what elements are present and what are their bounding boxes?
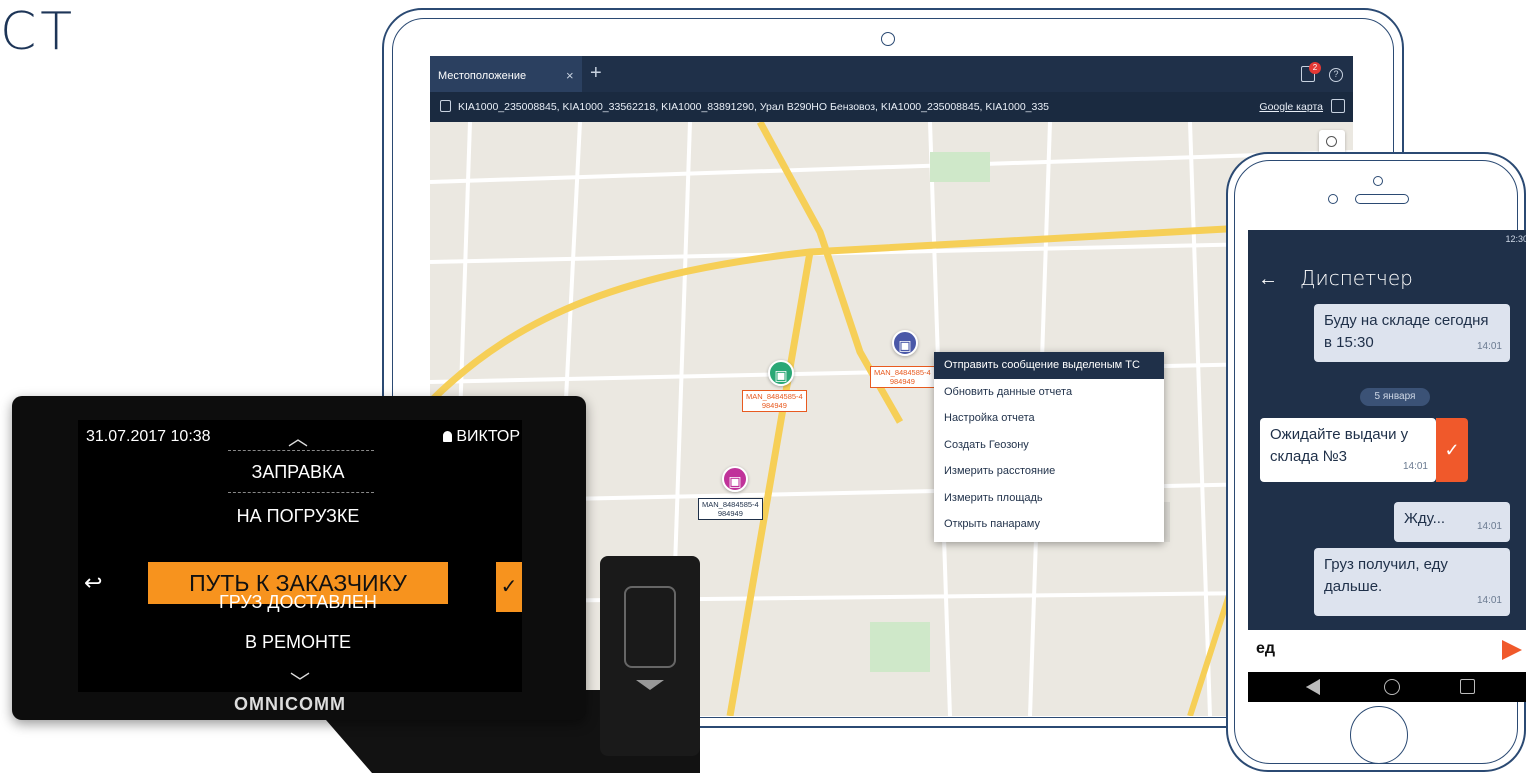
terminal-mount [600, 556, 700, 756]
vehicle-marker[interactable]: ▣ [722, 466, 748, 492]
menu-open-panorama[interactable]: Открыть панараму [934, 511, 1164, 538]
vehicle-label: MAN_8484585-4 984949 [742, 390, 807, 412]
back-arrow-icon[interactable]: ← [1258, 268, 1278, 291]
messages-badge: 2 [1309, 62, 1321, 74]
terminal-datetime: 31.07.2017 10:38 [86, 428, 211, 445]
add-tab-icon[interactable]: + [590, 62, 602, 85]
selected-objects-list: KIA1000_235008845, KIA1000_33562218, KIA… [458, 101, 1050, 113]
message-text: Буду на складе сегодня в 15:30 [1324, 312, 1489, 351]
status-loading[interactable]: НА ПОГРУЗКЕ [148, 506, 448, 527]
date-separator: 5 января [1360, 388, 1430, 406]
layers-icon[interactable] [1331, 99, 1345, 113]
vehicle-label: MAN_8484585-4 984949 [698, 498, 763, 520]
phone-frame: 12:30 ← Диспетчер Буду на складе сегодня… [1226, 152, 1526, 772]
message-text: Жду... [1404, 510, 1446, 527]
terminal-user: ВИКТОР [443, 428, 520, 446]
message-time: 14:01 [1402, 461, 1428, 472]
lock-icon[interactable] [440, 100, 451, 112]
card-slot [624, 586, 676, 668]
tab-location-label: Местоположение [438, 70, 527, 82]
user-icon [443, 431, 453, 442]
back-icon[interactable]: ↩ [84, 570, 102, 596]
tab-close-icon[interactable]: × [566, 68, 574, 83]
omnicomm-terminal: 31.07.2017 10:38 ︿ ВИКТОР ЗАПРАВКА НА ПО… [12, 396, 586, 720]
nav-back-icon[interactable] [1306, 679, 1320, 695]
map-provider-link[interactable]: Google карта [1259, 101, 1323, 113]
phone-camera [1373, 176, 1383, 186]
divider [228, 492, 374, 493]
phone-home-button[interactable] [1350, 706, 1408, 764]
confirm-check-icon[interactable]: ✓ [496, 562, 522, 612]
vehicle-label: MAN_8484585-4 984949 [870, 366, 935, 388]
nav-home-icon[interactable] [1384, 679, 1400, 695]
phone-speaker [1355, 194, 1409, 204]
message-time: 14:01 [1476, 595, 1502, 606]
terminal-user-name: ВИКТОР [456, 428, 520, 445]
selected-objects-bar: KIA1000_235008845, KIA1000_33562218, KIA… [430, 92, 1353, 122]
message-time: 14:01 [1476, 521, 1502, 532]
message-outgoing: Груз получил, еду дальше. 14:01 [1314, 548, 1510, 616]
menu-send-message[interactable]: Отправить сообщение выделеным ТС [934, 352, 1164, 379]
menu-refresh-report[interactable]: Обновить данные отчета [934, 379, 1164, 406]
status-repair[interactable]: В РЕМОНТЕ [148, 632, 448, 653]
message-incoming: Ожидайте выдачи у склада №3 14:01 [1260, 418, 1436, 482]
send-icon[interactable] [1502, 640, 1522, 660]
status-refuel[interactable]: ЗАПРАВКА [148, 462, 448, 483]
tab-bar: Местоположение × + 2 ? [430, 56, 1353, 92]
message-input[interactable]: ед [1256, 640, 1275, 658]
message-outgoing: Буду на складе сегодня в 15:30 14:01 [1314, 304, 1510, 362]
menu-measure-distance[interactable]: Измерить расстояние [934, 458, 1164, 485]
nav-recent-icon[interactable] [1460, 679, 1475, 694]
android-nav-bar [1248, 672, 1526, 702]
message-text: Ожидайте выдачи у склада №3 [1270, 426, 1409, 465]
menu-measure-area[interactable]: Измерить площадь [934, 485, 1164, 512]
laptop-camera [881, 32, 895, 46]
chat-title: Диспетчер [1300, 266, 1413, 290]
scroll-down-icon[interactable]: ﹀ [290, 666, 310, 695]
message-outgoing: Жду... 14:01 [1394, 502, 1510, 542]
vehicle-marker[interactable]: ▣ [892, 330, 918, 356]
message-compose-bar: ед [1248, 630, 1526, 672]
menu-create-geofence[interactable]: Создать Геозону [934, 432, 1164, 459]
status-bar-time: 12:30 [1505, 234, 1526, 244]
page-heading-fragment: СТ [0, 2, 77, 62]
acknowledge-check-icon[interactable]: ✓ [1436, 418, 1468, 482]
message-text: Груз получил, еду дальше. [1324, 556, 1448, 595]
chat-screen: 12:30 ← Диспетчер Буду на складе сегодня… [1248, 230, 1526, 702]
menu-report-settings[interactable]: Настройка отчета [934, 405, 1164, 432]
help-icon[interactable]: ? [1329, 68, 1343, 82]
status-delivered[interactable]: ГРУЗ ДОСТАВЛЕН [148, 592, 448, 613]
map-context-menu: Отправить сообщение выделеным ТС Обновит… [934, 352, 1164, 542]
omnicomm-logo: OMNICOMM [234, 694, 346, 714]
divider [228, 450, 374, 451]
terminal-screen: 31.07.2017 10:38 ︿ ВИКТОР ЗАПРАВКА НА ПО… [78, 420, 522, 695]
eject-arrow-icon [636, 680, 664, 690]
tab-location[interactable]: Местоположение × [430, 56, 582, 92]
scroll-up-icon[interactable]: ︿ [288, 422, 308, 451]
vehicle-marker[interactable]: ▣ [768, 360, 794, 386]
phone-sensor [1328, 194, 1338, 204]
message-time: 14:01 [1476, 341, 1502, 352]
